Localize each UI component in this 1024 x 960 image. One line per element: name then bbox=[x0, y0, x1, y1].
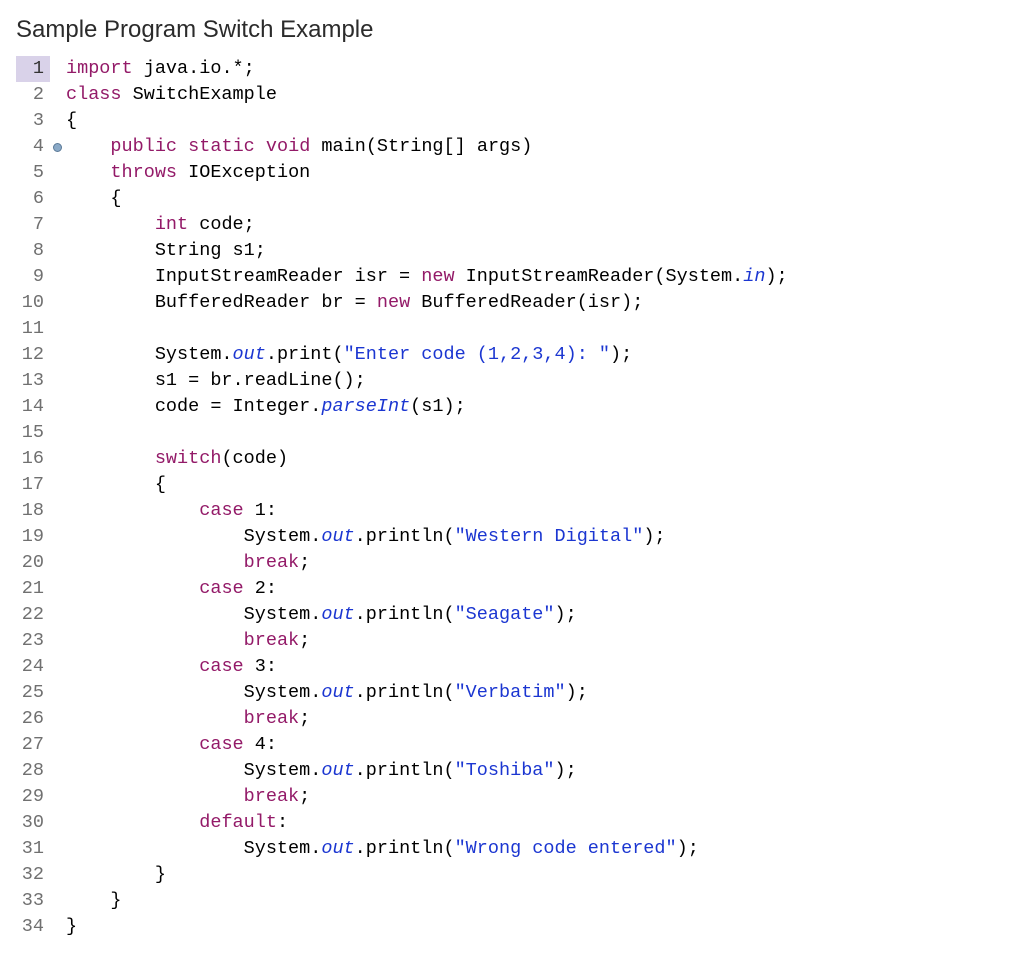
line-number: 5 bbox=[16, 160, 50, 186]
line-number: 9 bbox=[16, 264, 50, 290]
code-line: int code; bbox=[66, 212, 1008, 238]
line-number: 13 bbox=[16, 368, 50, 394]
code-line: System.out.println("Verbatim"); bbox=[66, 680, 1008, 706]
line-number: 3 bbox=[16, 108, 50, 134]
line-number: 12 bbox=[16, 342, 50, 368]
code-line: case 2: bbox=[66, 576, 1008, 602]
code-line: break; bbox=[66, 706, 1008, 732]
line-number: 16 bbox=[16, 446, 50, 472]
code-line: InputStreamReader isr = new InputStreamR… bbox=[66, 264, 1008, 290]
code-line: BufferedReader br = new BufferedReader(i… bbox=[66, 290, 1008, 316]
code-line: } bbox=[66, 862, 1008, 888]
code-line: case 1: bbox=[66, 498, 1008, 524]
code-line: System.out.println("Toshiba"); bbox=[66, 758, 1008, 784]
code-line: { bbox=[66, 108, 1008, 134]
code-line bbox=[66, 420, 1008, 446]
code-line bbox=[66, 316, 1008, 342]
line-number: 34 bbox=[16, 914, 50, 940]
line-number: 24 bbox=[16, 654, 50, 680]
page: Sample Program Switch Example 1234567891… bbox=[0, 0, 1024, 960]
line-number: 30 bbox=[16, 810, 50, 836]
line-number-gutter: 1234567891011121314151617181920212223242… bbox=[16, 56, 50, 940]
line-number: 2 bbox=[16, 82, 50, 108]
line-number: 10 bbox=[16, 290, 50, 316]
code-line: public static void main(String[] args) bbox=[66, 134, 1008, 160]
code-line: code = Integer.parseInt(s1); bbox=[66, 394, 1008, 420]
code-line: System.out.println("Seagate"); bbox=[66, 602, 1008, 628]
line-number: 17 bbox=[16, 472, 50, 498]
line-number: 18 bbox=[16, 498, 50, 524]
line-number: 19 bbox=[16, 524, 50, 550]
line-number: 4 bbox=[16, 134, 50, 160]
line-number: 29 bbox=[16, 784, 50, 810]
line-number: 11 bbox=[16, 316, 50, 342]
line-number: 22 bbox=[16, 602, 50, 628]
line-number: 21 bbox=[16, 576, 50, 602]
line-number: 26 bbox=[16, 706, 50, 732]
code-line: default: bbox=[66, 810, 1008, 836]
line-number: 6 bbox=[16, 186, 50, 212]
code-line: System.out.println("Wrong code entered")… bbox=[66, 836, 1008, 862]
code-content: import java.io.*;class SwitchExample{ pu… bbox=[50, 56, 1008, 940]
code-line: System.out.print("Enter code (1,2,3,4): … bbox=[66, 342, 1008, 368]
line-number: 20 bbox=[16, 550, 50, 576]
code-line: import java.io.*; bbox=[66, 56, 1008, 82]
line-number: 33 bbox=[16, 888, 50, 914]
code-line: { bbox=[66, 186, 1008, 212]
line-number: 31 bbox=[16, 836, 50, 862]
code-line: String s1; bbox=[66, 238, 1008, 264]
code-line: case 4: bbox=[66, 732, 1008, 758]
line-number: 7 bbox=[16, 212, 50, 238]
line-number: 15 bbox=[16, 420, 50, 446]
line-number: 23 bbox=[16, 628, 50, 654]
code-line: throws IOException bbox=[66, 160, 1008, 186]
code-line: break; bbox=[66, 550, 1008, 576]
code-line: s1 = br.readLine(); bbox=[66, 368, 1008, 394]
code-line: } bbox=[66, 888, 1008, 914]
line-number: 28 bbox=[16, 758, 50, 784]
line-number: 14 bbox=[16, 394, 50, 420]
line-number: 25 bbox=[16, 680, 50, 706]
fold-toggle-icon[interactable] bbox=[53, 143, 62, 152]
code-line: switch(code) bbox=[66, 446, 1008, 472]
code-line: case 3: bbox=[66, 654, 1008, 680]
code-editor: 1234567891011121314151617181920212223242… bbox=[16, 56, 1008, 940]
line-number: 32 bbox=[16, 862, 50, 888]
page-title: Sample Program Switch Example bbox=[16, 16, 1008, 44]
code-line: } bbox=[66, 914, 1008, 940]
code-line: break; bbox=[66, 784, 1008, 810]
code-line: break; bbox=[66, 628, 1008, 654]
line-number: 1 bbox=[16, 56, 50, 82]
code-line: { bbox=[66, 472, 1008, 498]
line-number: 8 bbox=[16, 238, 50, 264]
line-number: 27 bbox=[16, 732, 50, 758]
code-line: System.out.println("Western Digital"); bbox=[66, 524, 1008, 550]
code-line: class SwitchExample bbox=[66, 82, 1008, 108]
